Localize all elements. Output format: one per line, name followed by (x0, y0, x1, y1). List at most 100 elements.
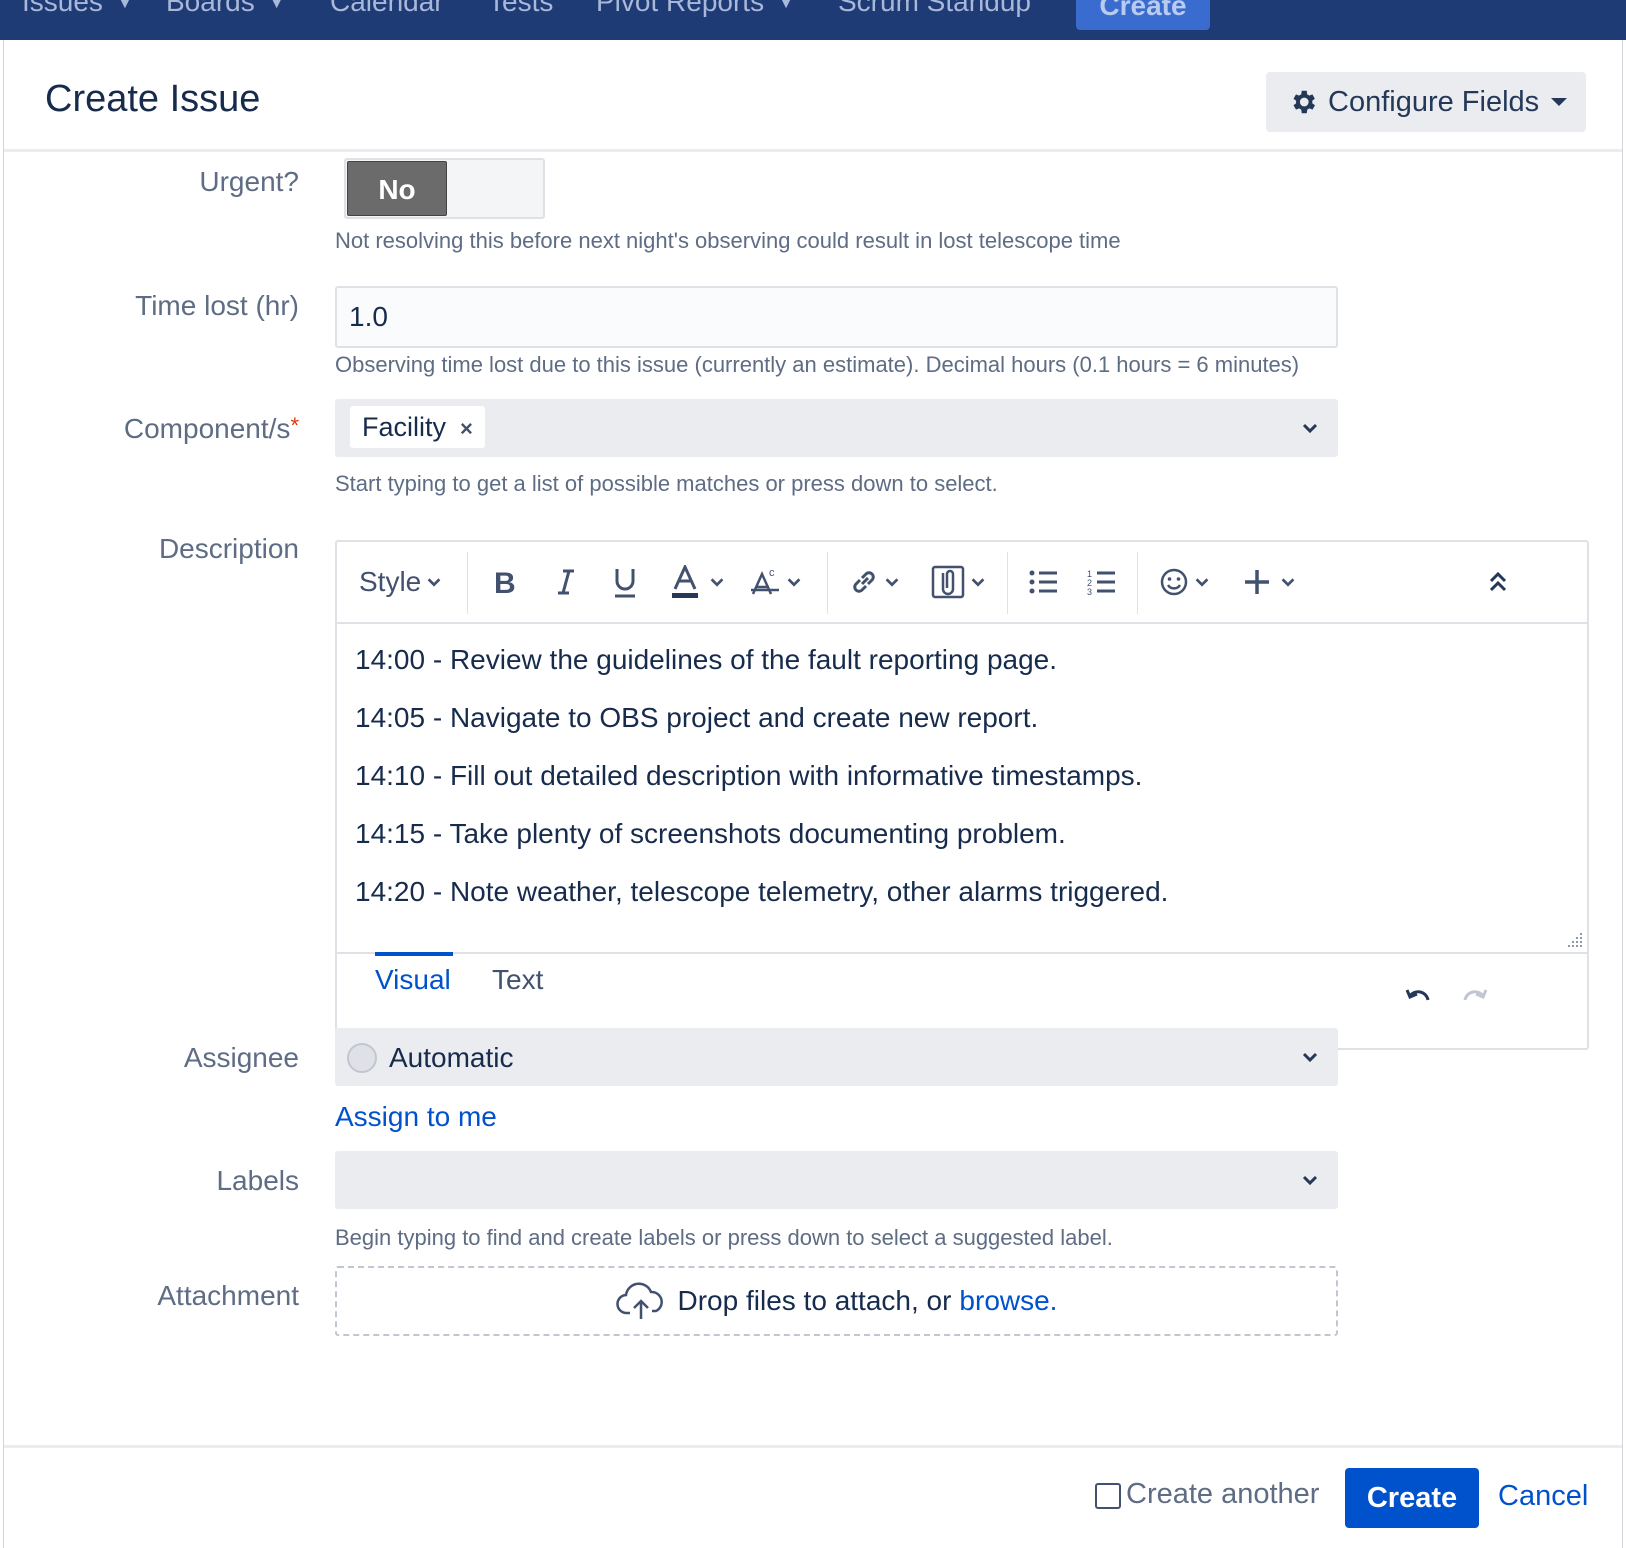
nav-item-calendar[interactable]: Calendar (330, 0, 444, 18)
bold-icon: B (494, 567, 516, 597)
labels-select[interactable] (335, 1151, 1338, 1209)
paperclip-icon (931, 565, 965, 599)
drop-files-text: Drop files to attach, or (677, 1285, 952, 1316)
svg-text:B: B (494, 567, 516, 597)
description-line: 14:20 - Note weather, telescope telemetr… (355, 876, 1169, 907)
nav-item-boards[interactable]: Boards ▼ (166, 0, 285, 18)
emoji-icon (1160, 568, 1188, 596)
description-editor: Style B c 1 2 3 14:00 - Review the guide… (335, 540, 1589, 1050)
avatar (347, 1043, 377, 1073)
chevron-down-icon (1302, 423, 1318, 434)
components-help: Start typing to get a list of possible m… (335, 471, 998, 496)
urgent-help: Not resolving this before next night's o… (335, 228, 1121, 253)
chevron-down-icon (885, 578, 899, 587)
more-formatting-button[interactable]: c (749, 562, 803, 602)
link-button[interactable] (849, 562, 901, 602)
toolbar-divider (827, 552, 828, 614)
attachment-label: Attachment (157, 1280, 299, 1311)
top-navigation: Issues ▼ Boards ▼ Calendar Tests Pivot Rep… (0, 0, 1626, 40)
redo-icon[interactable] (1459, 982, 1489, 1012)
caret-down-icon (1551, 98, 1568, 106)
double-chevron-up-icon (1489, 571, 1507, 592)
nav-item-scrum-standup[interactable]: Scrum Standup (838, 0, 1031, 18)
collapse-toolbar-button[interactable] (1487, 562, 1509, 602)
chevron-down-icon (1302, 1052, 1318, 1063)
dialog-header: Create Issue Configure Fields (4, 40, 1622, 152)
browse-link[interactable]: browse. (959, 1285, 1057, 1317)
nav-item-issues[interactable]: Issues ▼ (22, 0, 133, 18)
insert-more-button[interactable] (1243, 562, 1297, 602)
assign-to-me-link[interactable]: Assign to me (335, 1101, 497, 1133)
undo-icon[interactable] (1404, 982, 1434, 1012)
chevron-down-icon: ▼ (116, 0, 133, 12)
time-lost-input[interactable]: 1.0 (335, 286, 1338, 348)
time-lost-label: Time lost (hr) (135, 290, 299, 321)
numbered-list-button[interactable]: 123 (1087, 562, 1117, 602)
tab-text[interactable]: Text (492, 964, 543, 996)
attachment-button[interactable] (931, 562, 987, 602)
components-label: Component/s* (123, 413, 299, 444)
time-lost-help: Observing time lost due to this issue (c… (335, 352, 1300, 377)
labels-label: Labels (216, 1165, 299, 1196)
toolbar-divider (1007, 552, 1008, 614)
urgent-label: Urgent? (199, 166, 299, 197)
numbered-list-icon: 123 (1087, 569, 1115, 596)
chevron-down-icon (1195, 578, 1209, 587)
create-another-label[interactable]: Create another (1126, 1478, 1319, 1511)
description-line: 14:05 - Navigate to OBS project and crea… (355, 702, 1039, 733)
configure-fields-label: Configure Fields (1328, 85, 1540, 118)
style-label: Style (359, 566, 422, 597)
create-issue-dialog: Create Issue Configure Fields Urgent? No… (3, 40, 1623, 1548)
text-color-icon (672, 565, 698, 598)
svg-text:c: c (769, 567, 775, 579)
emoji-button[interactable] (1159, 562, 1211, 602)
bold-button[interactable]: B (492, 562, 518, 602)
assignee-select[interactable]: Automatic (335, 1028, 1338, 1086)
attachment-dropzone[interactable]: Drop files to attach, or browse. (335, 1266, 1338, 1336)
urgent-toggle[interactable]: No (344, 158, 545, 219)
italic-icon (558, 569, 574, 595)
chevron-down-icon: ▼ (268, 0, 285, 12)
cancel-button[interactable]: Cancel (1498, 1480, 1588, 1513)
components-select[interactable]: Facility × (335, 399, 1338, 457)
chevron-down-icon (427, 578, 441, 587)
link-icon (853, 571, 875, 593)
required-marker: * (290, 413, 299, 438)
tab-visual[interactable]: Visual (375, 964, 451, 996)
more-formatting-icon: c (751, 567, 779, 595)
editor-toolbar: Style B c 1 2 3 (337, 542, 1587, 624)
remove-tag-icon[interactable]: × (460, 416, 473, 441)
create-button[interactable]: Create (1345, 1468, 1479, 1528)
assignee-value: Automatic (389, 1042, 514, 1073)
underline-button[interactable] (611, 562, 639, 602)
description-line: 14:10 - Fill out detailed description wi… (355, 760, 1143, 791)
style-dropdown[interactable]: Style (359, 562, 443, 602)
nav-create-button[interactable]: Create (1076, 0, 1210, 30)
resize-grip-icon[interactable] (1567, 932, 1583, 948)
create-another-checkbox[interactable] (1095, 1483, 1121, 1509)
description-label: Description (158, 533, 299, 564)
text-color-button[interactable] (670, 562, 726, 602)
bullet-list-icon (1029, 570, 1057, 594)
configure-fields-button[interactable]: Configure Fields (1266, 72, 1586, 132)
component-tag-facility: Facility × (350, 406, 485, 448)
labels-help: Begin typing to find and create labels o… (335, 1225, 1113, 1250)
dialog-footer: Create another Create Cancel (4, 1445, 1622, 1548)
chevron-down-icon (971, 578, 985, 587)
italic-button[interactable] (554, 562, 578, 602)
description-line: 14:15 - Take plenty of screenshots docum… (355, 818, 1066, 849)
gear-icon (1293, 90, 1315, 114)
bullet-list-button[interactable] (1029, 562, 1059, 602)
urgent-toggle-value: No (347, 161, 447, 216)
assignee-label: Assignee (183, 1042, 299, 1073)
chevron-down-icon (1302, 1175, 1318, 1186)
chevron-down-icon (710, 578, 724, 587)
chevron-down-icon: ▼ (778, 0, 794, 12)
nav-item-tests[interactable]: Tests (488, 0, 553, 18)
toolbar-divider (1137, 552, 1138, 614)
active-tab-indicator (375, 952, 453, 956)
dialog-title: Create Issue (45, 78, 261, 120)
nav-item-pivot-reports[interactable]: Pivot Reports ▼ (596, 0, 794, 18)
description-textarea[interactable]: 14:00 - Review the guidelines of the fau… (337, 624, 1587, 954)
chevron-down-icon (1281, 578, 1295, 587)
